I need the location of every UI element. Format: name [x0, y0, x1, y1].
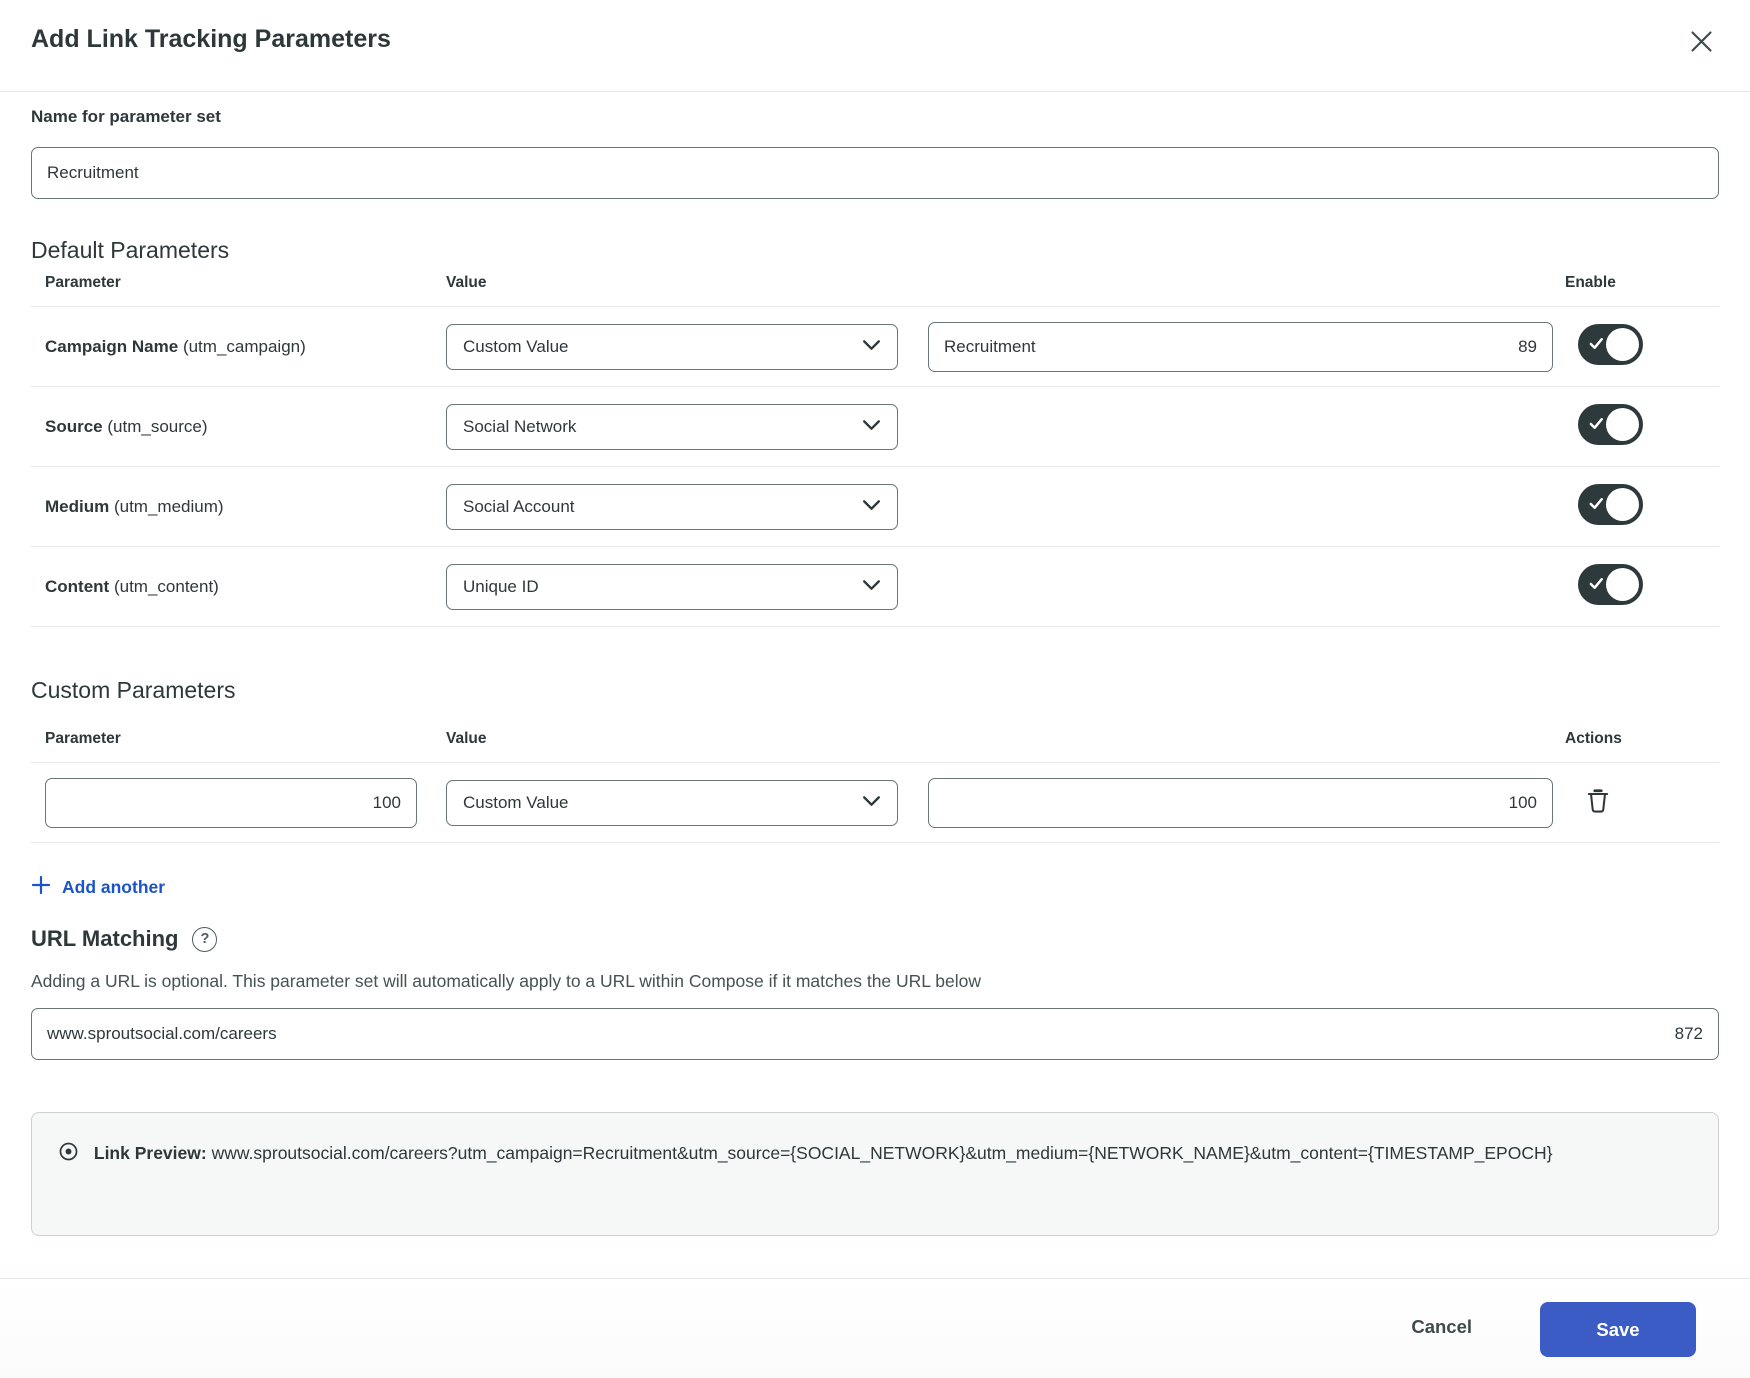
name-input[interactable]: Recruitment: [31, 147, 1719, 199]
chevron-down-icon: [859, 492, 884, 522]
target-icon: [58, 1146, 84, 1166]
parameter-key: (utm_source): [107, 417, 207, 436]
custom-parameter-name-input[interactable]: 100: [45, 778, 417, 828]
parameter-key: (utm_medium): [114, 497, 224, 516]
custom-parameter-row: 100 Custom Value 100: [31, 763, 1719, 843]
trash-icon: [1585, 787, 1611, 818]
parameter-name: Source: [45, 417, 103, 436]
column-header-value: Value: [446, 730, 928, 762]
toggle-knob: [1606, 488, 1639, 521]
content-enable-toggle[interactable]: [1578, 564, 1643, 605]
cancel-button[interactable]: Cancel: [1385, 1302, 1498, 1352]
campaign-custom-value-input[interactable]: Recruitment 89: [928, 322, 1553, 372]
delete-row-button[interactable]: [1583, 785, 1613, 820]
chevron-down-icon: [859, 572, 884, 602]
close-button[interactable]: [1684, 24, 1719, 62]
modal-header: Add Link Tracking Parameters: [0, 0, 1750, 92]
help-button[interactable]: ?: [192, 927, 217, 952]
custom-parameter-value-type-select[interactable]: Custom Value: [446, 780, 898, 826]
column-header-value: Value: [446, 274, 928, 306]
column-header-parameter: Parameter: [31, 730, 446, 762]
url-input-value: www.sproutsocial.com/careers: [47, 1024, 277, 1044]
url-char-count: 872: [1675, 1024, 1703, 1044]
medium-enable-toggle[interactable]: [1578, 484, 1643, 525]
custom-parameter-value-input[interactable]: 100: [928, 778, 1553, 828]
name-field-label: Name for parameter set: [31, 107, 1719, 127]
save-button[interactable]: Save: [1540, 1302, 1696, 1357]
close-icon: [1688, 28, 1715, 58]
parameter-name: Medium: [45, 497, 109, 516]
column-header-enable: Enable: [1553, 274, 1719, 306]
url-input[interactable]: www.sproutsocial.com/careers 872: [31, 1008, 1719, 1060]
table-row-campaign-name: Campaign Name (utm_campaign) Custom Valu…: [31, 307, 1719, 387]
content-value-type-select[interactable]: Unique ID: [446, 564, 898, 610]
select-value: Unique ID: [463, 577, 539, 597]
medium-value-type-select[interactable]: Social Account: [446, 484, 898, 530]
name-input-value: Recruitment: [47, 163, 139, 183]
add-another-label: Add another: [62, 877, 165, 898]
check-icon: [1587, 574, 1606, 596]
column-header-actions: Actions: [1553, 730, 1719, 762]
chevron-down-icon: [859, 332, 884, 362]
select-value: Social Account: [463, 497, 575, 517]
url-matching-heading: URL Matching ?: [31, 926, 1719, 952]
char-count: 100: [1509, 793, 1537, 813]
default-parameters-header: Parameter Value Enable: [31, 264, 1719, 307]
select-value: Custom Value: [463, 337, 569, 357]
char-count: 89: [1518, 337, 1537, 357]
link-preview-url: www.sproutsocial.com/careers?utm_campaig…: [212, 1143, 1553, 1163]
parameter-name: Content: [45, 577, 109, 596]
add-another-button[interactable]: Add another: [31, 875, 165, 900]
table-row-content: Content (utm_content) Unique ID: [31, 547, 1719, 627]
source-value-type-select[interactable]: Social Network: [446, 404, 898, 450]
table-row-source: Source (utm_source) Social Network: [31, 387, 1719, 467]
question-mark-icon: ?: [201, 931, 210, 947]
link-preview-label: Link Preview:: [94, 1143, 207, 1163]
modal-body: Name for parameter set Recruitment Defau…: [0, 92, 1750, 1278]
link-preview-box: Link Preview: www.sproutsocial.com/caree…: [31, 1112, 1719, 1236]
chevron-down-icon: [859, 788, 884, 818]
check-icon: [1587, 494, 1606, 516]
campaign-enable-toggle[interactable]: [1578, 324, 1643, 365]
char-count: 100: [373, 793, 401, 813]
table-row-medium: Medium (utm_medium) Social Account: [31, 467, 1719, 547]
source-enable-toggle[interactable]: [1578, 404, 1643, 445]
check-icon: [1587, 334, 1606, 356]
parameter-name: Campaign Name: [45, 337, 178, 356]
parameter-key: (utm_campaign): [183, 337, 306, 356]
column-header-parameter: Parameter: [31, 274, 446, 306]
toggle-knob: [1606, 408, 1639, 441]
page-title: Add Link Tracking Parameters: [31, 22, 391, 54]
check-icon: [1587, 414, 1606, 436]
modal-footer: Cancel Save: [0, 1278, 1750, 1378]
default-parameters-title: Default Parameters: [31, 237, 1719, 264]
url-matching-title: URL Matching: [31, 926, 178, 952]
custom-parameters-title: Custom Parameters: [31, 677, 1719, 704]
select-value: Custom Value: [463, 793, 569, 813]
campaign-value-type-select[interactable]: Custom Value: [446, 324, 898, 370]
toggle-knob: [1606, 328, 1639, 361]
parameter-key: (utm_content): [114, 577, 219, 596]
toggle-knob: [1606, 568, 1639, 601]
select-value: Social Network: [463, 417, 576, 437]
plus-icon: [31, 875, 51, 900]
custom-parameters-header: Parameter Value Actions: [31, 704, 1719, 763]
url-matching-description: Adding a URL is optional. This parameter…: [31, 971, 1719, 992]
chevron-down-icon: [859, 412, 884, 442]
custom-value-text: Recruitment: [944, 337, 1036, 357]
